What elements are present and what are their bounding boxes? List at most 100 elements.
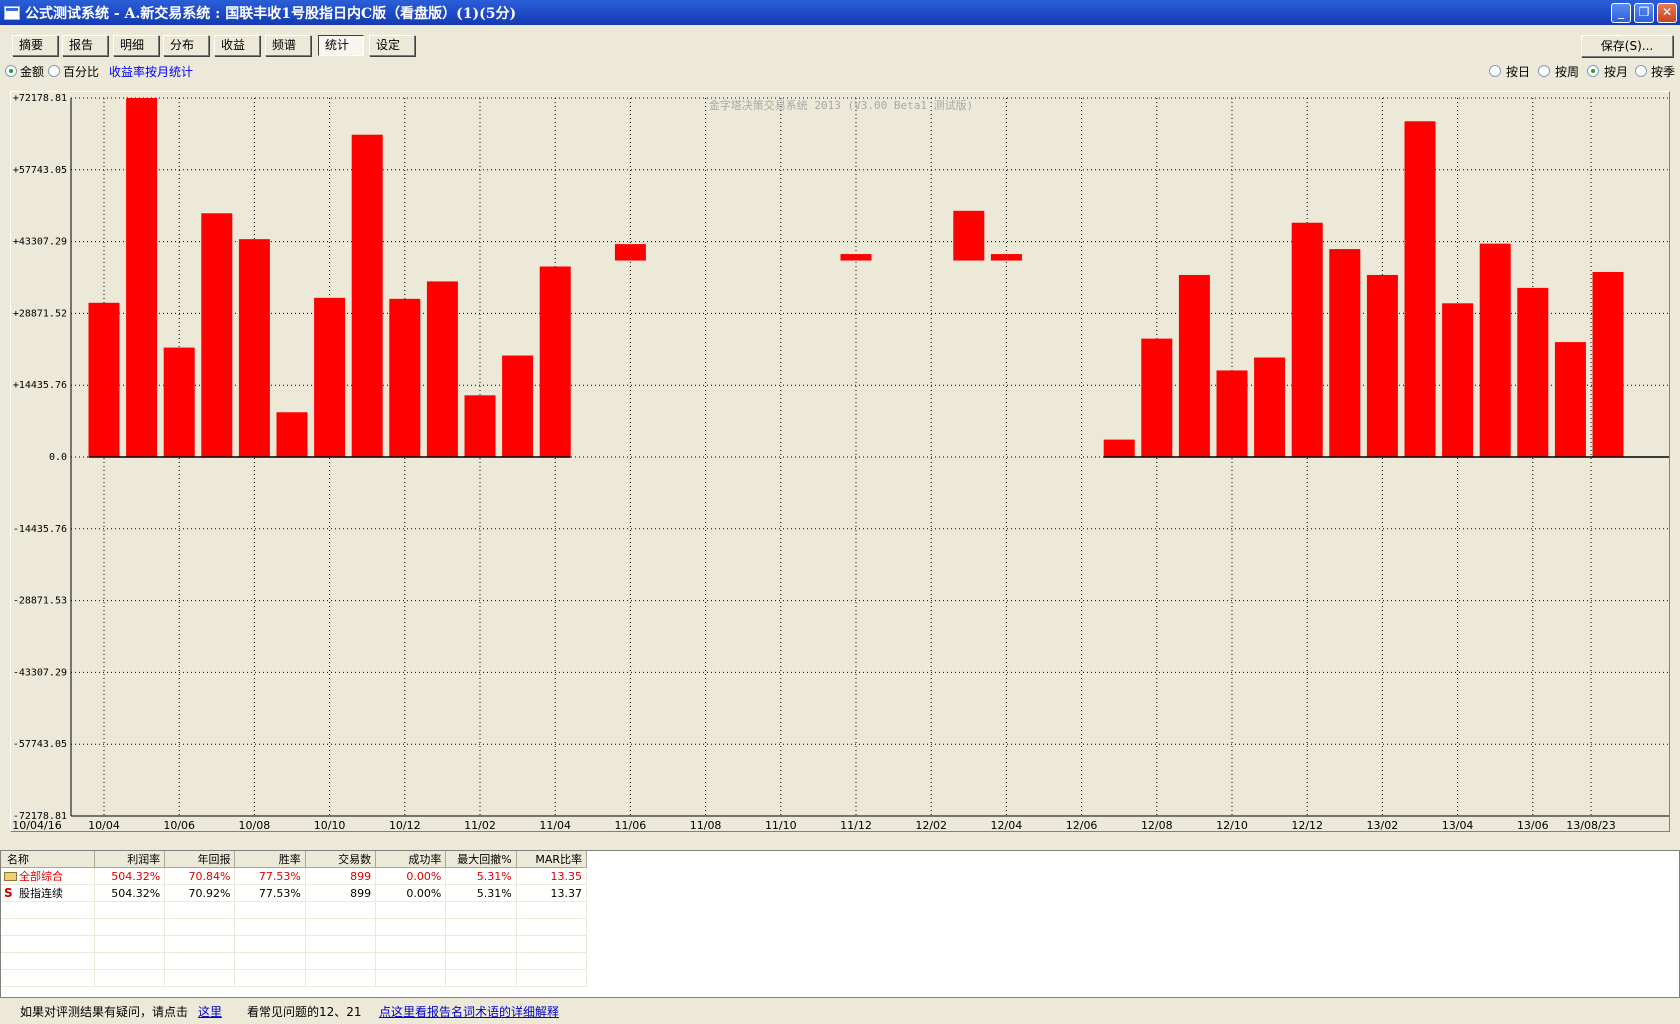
bar-10-09 (276, 412, 308, 457)
bar-12-11 (1254, 357, 1286, 457)
header-trade-count[interactable]: 交易数 (305, 851, 377, 868)
bar-10-07 (201, 213, 233, 457)
table-row[interactable]: 全部综合 504.32% 70.84% 77.53% 899 0.00% 5.3… (1, 867, 588, 885)
bar-12-04 (990, 254, 1022, 261)
restore-button[interactable]: ❐ (1634, 3, 1654, 23)
x-tick-label: 10/04 (88, 819, 120, 831)
x-tick-label: 13/04 (1442, 819, 1474, 831)
percent-radio[interactable] (48, 65, 60, 77)
tab-spectrum[interactable]: 频谱 (265, 35, 311, 56)
x-tick-label: 10/04/16 (12, 819, 61, 831)
here-link[interactable]: 这里 (198, 1005, 222, 1019)
bar-13-08 (1592, 271, 1624, 457)
percent-label: 百分比 (63, 65, 100, 79)
folder-icon (4, 872, 17, 881)
chart-panel: +72178.81 +57743.05 +43307.29 +28871.52 +144… (10, 91, 1670, 832)
amount-label: 金额 (20, 65, 45, 79)
toolbar: 摘要 报告 明细 分布 收益 频谱 统计 设定 (0, 26, 1680, 62)
cell: 70.92% (164, 884, 236, 902)
x-tick-label: 11/02 (464, 819, 496, 831)
status-bar: 如果对评测结果有疑问，请点击 这里 看常见问题的12、21 点这里看报告名词术语… (0, 998, 1680, 1024)
bar-13-04 (1442, 303, 1474, 457)
cell: 899 (305, 867, 377, 885)
bar-11-02 (464, 395, 496, 457)
bar-10-12 (389, 298, 421, 457)
watermark-text: 金字塔决策交易系统 2013 (V3.00 Beta1 测试版) (709, 98, 973, 112)
by-week-label: 按周 (1555, 65, 1580, 79)
y-tick-label: -57743.05 (13, 739, 67, 750)
header-annual-return[interactable]: 年回报 (164, 851, 236, 868)
x-tick-label: 13/08/23 (1566, 819, 1615, 831)
by-day-radio[interactable] (1489, 65, 1501, 77)
bar-12-09 (1178, 274, 1210, 457)
cell: 13.37 (516, 884, 588, 902)
bar-13-02 (1366, 274, 1398, 457)
bar-10-10 (314, 297, 346, 457)
cell: 13.35 (516, 867, 588, 885)
by-month-radio[interactable] (1587, 65, 1599, 77)
by-week-radio[interactable] (1538, 65, 1550, 77)
glossary-link[interactable]: 点这里看报告名词术语的详细解释 (379, 1005, 559, 1019)
title-bar: 公式测试系统 - A.新交易系统 : 国联丰收1号股指日内C版（看盘版）(1)(… (0, 0, 1680, 25)
x-tick-label: 12/10 (1216, 819, 1248, 831)
cell: 504.32% (94, 884, 166, 902)
bar-10-06 (163, 347, 195, 457)
header-max-drawdown[interactable]: 最大回撤% (445, 851, 517, 868)
tab-summary[interactable]: 摘要 (12, 35, 58, 56)
cell: 5.31% (445, 884, 517, 902)
cell: 899 (305, 884, 377, 902)
cell: 0.00% (375, 867, 447, 885)
tab-income[interactable]: 收益 (214, 35, 260, 56)
row-name-cell: S 股指连续 (1, 884, 95, 902)
tab-settings[interactable]: 设定 (369, 35, 415, 56)
y-tick-label: +28871.52 (13, 308, 67, 319)
header-profit-rate[interactable]: 利润率 (94, 851, 166, 868)
header-success-rate[interactable]: 成功率 (375, 851, 447, 868)
bar-13-03 (1404, 121, 1436, 457)
faq-text: 看常见问题的12、21 (247, 1005, 362, 1019)
header-name[interactable]: 名称 (1, 851, 95, 868)
header-win-rate[interactable]: 胜率 (234, 851, 306, 868)
y-tick-label: +43307.29 (13, 237, 67, 248)
cell: 77.53% (234, 867, 306, 885)
empty-row (1, 969, 588, 987)
bar-10-05 (126, 98, 158, 457)
tab-statistics[interactable]: 统计 (318, 35, 364, 56)
y-tick-label: 0.0 (49, 452, 67, 463)
x-tick-label: 12/08 (1141, 819, 1173, 831)
bar-10-11 (351, 134, 383, 457)
empty-row (1, 952, 588, 970)
table-row[interactable]: S 股指连续 504.32% 70.92% 77.53% 899 0.00% 5.… (1, 884, 588, 902)
tab-report[interactable]: 报告 (62, 35, 108, 56)
row-name: 股指连续 (19, 887, 63, 900)
bar-11-12 (840, 254, 872, 261)
save-button[interactable]: 保存(S)... (1581, 35, 1673, 57)
bar-11-06 (614, 244, 646, 261)
x-tick-label: 10/08 (239, 819, 271, 831)
close-button[interactable]: ✕ (1657, 3, 1677, 23)
minimize-button[interactable]: _ (1611, 3, 1631, 23)
tab-distribution[interactable]: 分布 (163, 35, 209, 56)
x-tick-label: 12/06 (1066, 819, 1098, 831)
monthly-profit-chart: +72178.81 +57743.05 +43307.29 +28871.52 +144… (12, 93, 1669, 831)
x-tick-label: 11/10 (765, 819, 797, 831)
x-tick-label: 11/12 (840, 819, 872, 831)
amount-radio[interactable] (5, 65, 17, 77)
header-mar-ratio[interactable]: MAR比率 (516, 851, 588, 868)
bar-13-01 (1329, 249, 1361, 457)
y-tick-label: +72178.81 (13, 93, 67, 104)
x-tick-label: 11/06 (615, 819, 647, 831)
by-day-label: 按日 (1506, 65, 1531, 79)
monthly-stat-link[interactable]: 收益率按月统计 (109, 63, 193, 80)
by-quarter-radio[interactable] (1635, 65, 1647, 77)
bar-12-07 (1103, 439, 1135, 457)
bar-12-03 (953, 210, 985, 261)
x-tick-label: 11/04 (539, 819, 571, 831)
bar-12-08 (1141, 338, 1173, 457)
by-quarter-label: 按季 (1651, 65, 1676, 79)
y-tick-label: -43307.29 (13, 667, 67, 678)
empty-row (1, 935, 588, 953)
y-tick-label: -14435.76 (13, 524, 67, 535)
tab-detail[interactable]: 明细 (113, 35, 159, 56)
y-tick-label: -28871.53 (13, 596, 67, 607)
